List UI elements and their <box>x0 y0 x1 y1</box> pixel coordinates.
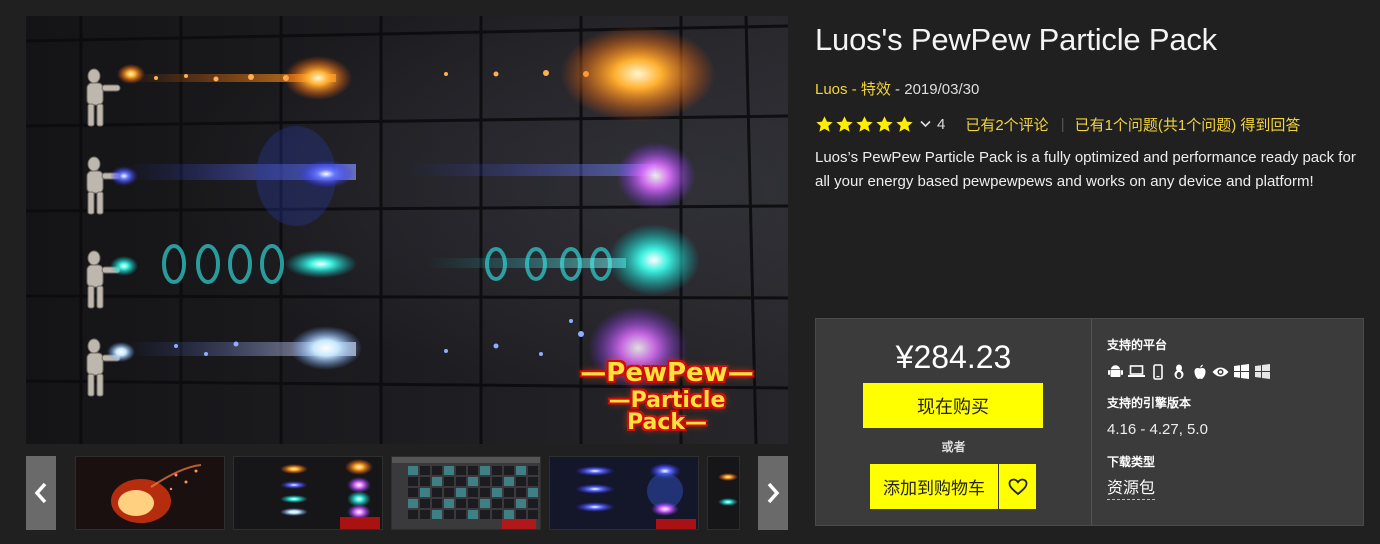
logo-line-1: —PewPew— <box>580 358 754 388</box>
thumbnail-next-button[interactable] <box>758 456 788 530</box>
questions-link[interactable]: 已有1个问题(共1个问题) 得到回答 <box>1075 114 1301 135</box>
product-description: Luos’s PewPew Particle Pack is a fully o… <box>815 149 1356 190</box>
star-rating[interactable] <box>815 115 914 134</box>
reviews-link[interactable]: 已有2个评论 <box>965 114 1048 135</box>
mobile-icon <box>1149 363 1166 380</box>
purchase-panel: ¥284.23 现在购买 或者 添加到购物车 支持的平台 支持的引擎版本 4.1… <box>815 318 1364 526</box>
platforms-label: 支持的平台 <box>1107 338 1168 352</box>
star-icon <box>836 115 853 132</box>
heart-icon <box>1008 478 1027 495</box>
rating-row: 4 已有2个评论 | 已有1个问题(共1个问题) 得到回答 <box>815 111 1300 137</box>
thumbnail-prev-button[interactable] <box>26 456 56 530</box>
chevron-left-icon <box>34 482 47 504</box>
star-icon <box>856 115 873 132</box>
laptop-icon <box>1128 363 1145 380</box>
windows-icon <box>1233 363 1250 380</box>
meta-separator: - <box>890 81 905 98</box>
android-icon <box>1107 363 1124 380</box>
star-icon <box>816 115 833 132</box>
product-title: Luos's PewPew Particle Pack <box>815 22 1217 57</box>
wishlist-button[interactable] <box>999 464 1036 509</box>
thumbnail-partial[interactable] <box>707 456 740 530</box>
thumbnail-blue-rows[interactable] <box>549 456 699 530</box>
engine-versions-label: 支持的引擎版本 <box>1107 396 1192 410</box>
linux-icon <box>1170 363 1187 380</box>
thumbnail-strip <box>26 456 788 530</box>
thumbnail-pewpew-rows[interactable] <box>233 456 383 530</box>
engine-versions: 4.16 - 4.27, 5.0 <box>1107 421 1208 438</box>
product-specs: 支持的平台 支持的引擎版本 4.16 - 4.27, 5.0 下载类型 资源包 <box>1107 319 1357 525</box>
buy-now-button[interactable]: 现在购买 <box>863 383 1043 428</box>
publisher-link[interactable]: Luos <box>815 81 848 98</box>
chevron-right-icon <box>767 482 780 504</box>
link-divider: | <box>1060 115 1065 133</box>
star-icon <box>896 115 913 132</box>
add-to-cart-button[interactable]: 添加到购物车 <box>870 464 998 509</box>
panel-divider <box>1091 319 1092 525</box>
apple-icon <box>1191 363 1208 380</box>
windows-store-icon <box>1254 363 1271 380</box>
thumbnail-fireball[interactable] <box>75 456 225 530</box>
product-meta: Luos - 特效 - 2019/03/30 <box>815 78 979 99</box>
price: ¥284.23 <box>895 339 1012 375</box>
release-date: 2019/03/30 <box>904 81 980 98</box>
download-type-label: 下载类型 <box>1107 455 1156 469</box>
thumbnail-grid-overview[interactable] <box>391 456 541 530</box>
eye-icon <box>1212 363 1229 380</box>
or-label: 或者 <box>941 440 966 454</box>
download-type-link[interactable]: 资源包 <box>1107 479 1156 500</box>
logo-line-2: —Particle Pack— <box>608 388 726 435</box>
category-link[interactable]: 特效 <box>861 81 891 98</box>
purchase-actions: ¥284.23 现在购买 或者 添加到购物车 <box>816 319 1091 525</box>
rating-count: 4 <box>937 115 946 133</box>
rating-count-toggle[interactable]: 4 <box>920 116 945 133</box>
meta-separator: - <box>847 81 861 98</box>
hero-image[interactable]: —PewPew— —Particle Pack— <box>26 16 788 444</box>
chevron-down-icon <box>920 120 931 128</box>
star-icon <box>876 115 893 132</box>
pewpew-logo: —PewPew— —Particle Pack— <box>576 360 758 434</box>
platform-icons <box>1107 363 1271 380</box>
